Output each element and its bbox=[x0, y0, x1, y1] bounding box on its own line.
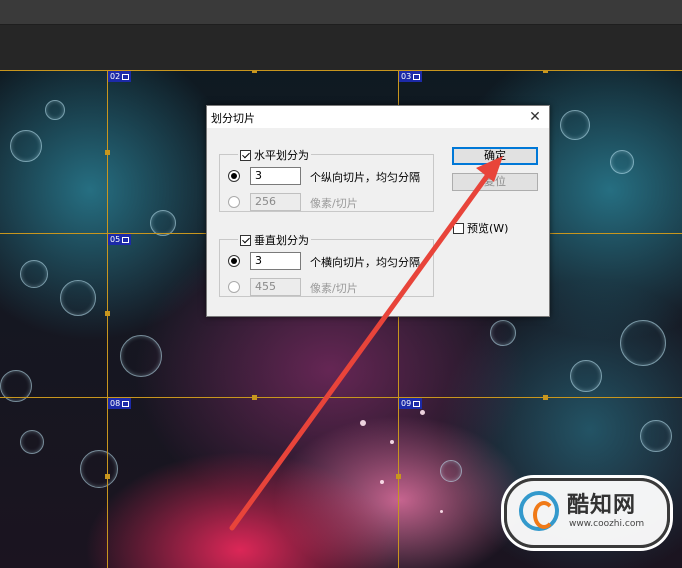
options-bar bbox=[0, 25, 682, 70]
horizontal-count-radio[interactable] bbox=[228, 170, 240, 182]
bubble-decoration bbox=[45, 100, 65, 120]
coozhi-logo-icon bbox=[519, 491, 559, 531]
slice-handle[interactable] bbox=[543, 395, 548, 400]
horizontal-divide-group: 水平划分为 3 个纵向切片，均匀分隔 256 像素/切片 bbox=[219, 147, 434, 212]
checkbox-icon[interactable] bbox=[453, 222, 464, 234]
slice-guide-horizontal bbox=[0, 70, 682, 71]
watermark-name: 酷知网 bbox=[567, 493, 637, 518]
vertical-divide-group: 垂直划分为 3 个横向切片，均匀分隔 455 像素/切片 bbox=[219, 232, 434, 297]
slice-handle[interactable] bbox=[252, 70, 257, 73]
vertical-divide-checkbox[interactable]: 垂直划分为 bbox=[238, 232, 311, 248]
bubble-decoration bbox=[440, 460, 462, 482]
vertical-count-input[interactable]: 3 bbox=[250, 252, 301, 270]
watermark-url: www.coozhi.com bbox=[569, 519, 645, 529]
slice-handle[interactable] bbox=[252, 395, 257, 400]
bubble-decoration bbox=[10, 130, 42, 162]
horizontal-pixels-input[interactable]: 256 bbox=[250, 193, 301, 211]
preview-label: 预览(W) bbox=[467, 222, 509, 235]
bubble-decoration bbox=[490, 320, 516, 346]
horizontal-divide-checkbox[interactable]: 水平划分为 bbox=[238, 147, 311, 163]
vertical-pixels-radio[interactable] bbox=[228, 281, 240, 293]
app-menu-bar bbox=[0, 0, 682, 25]
bubble-decoration bbox=[60, 280, 96, 316]
vertical-divide-label: 垂直划分为 bbox=[254, 234, 309, 247]
slice-handle[interactable] bbox=[396, 474, 401, 479]
bubble-decoration bbox=[610, 150, 634, 174]
slice-handle[interactable] bbox=[105, 474, 110, 479]
horizontal-count-input[interactable]: 3 bbox=[250, 167, 301, 185]
slice-icon bbox=[122, 73, 130, 80]
slice-handle[interactable] bbox=[105, 150, 110, 155]
bubble-decoration bbox=[80, 450, 118, 488]
slice-icon bbox=[122, 236, 130, 243]
sparkle-decoration bbox=[420, 410, 425, 415]
vertical-pixels-label: 像素/切片 bbox=[310, 282, 358, 295]
slice-icon bbox=[413, 73, 421, 80]
reset-button[interactable]: 复位 bbox=[452, 173, 538, 191]
slice-icon bbox=[122, 400, 130, 407]
horizontal-pixels-label: 像素/切片 bbox=[310, 197, 358, 210]
slice-number-label: 05 bbox=[108, 234, 132, 245]
slice-guide-horizontal bbox=[0, 397, 682, 398]
sparkle-decoration bbox=[440, 510, 443, 513]
horizontal-divide-label: 水平划分为 bbox=[254, 149, 309, 162]
vertical-count-radio[interactable] bbox=[228, 255, 240, 267]
horizontal-pixels-radio[interactable] bbox=[228, 196, 240, 208]
slice-icon bbox=[413, 400, 421, 407]
sparkle-decoration bbox=[390, 440, 394, 444]
ok-button[interactable]: 确定 bbox=[452, 147, 538, 165]
site-watermark: 酷知网 www.coozhi.com bbox=[504, 478, 670, 548]
slice-number-label: 02 bbox=[108, 71, 132, 82]
horizontal-count-label: 个纵向切片，均匀分隔 bbox=[310, 171, 420, 184]
bubble-decoration bbox=[560, 110, 590, 140]
close-icon[interactable]: ✕ bbox=[527, 109, 543, 125]
preview-checkbox[interactable]: 预览(W) bbox=[453, 220, 508, 236]
divide-slice-dialog: 划分切片 ✕ 水平划分为 3 个纵向切片，均匀分隔 256 像素/切片 垂直划分… bbox=[206, 105, 550, 317]
checkbox-icon[interactable] bbox=[240, 234, 251, 246]
slice-guide-vertical bbox=[107, 70, 108, 568]
vertical-count-label: 个横向切片，均匀分隔 bbox=[310, 256, 420, 269]
bubble-decoration bbox=[20, 260, 48, 288]
bubble-decoration bbox=[640, 420, 672, 452]
dialog-title: 划分切片 bbox=[211, 112, 255, 125]
slice-handle[interactable] bbox=[543, 70, 548, 73]
slice-number-label: 09 bbox=[399, 398, 423, 409]
bubble-decoration bbox=[570, 360, 602, 392]
slice-handle[interactable] bbox=[105, 311, 110, 316]
dialog-title-bar[interactable]: 划分切片 ✕ bbox=[207, 106, 549, 128]
checkbox-icon[interactable] bbox=[240, 149, 251, 161]
slice-number-label: 03 bbox=[399, 71, 423, 82]
sparkle-decoration bbox=[360, 420, 366, 426]
bubble-decoration bbox=[20, 430, 44, 454]
bubble-decoration bbox=[120, 335, 162, 377]
bubble-decoration bbox=[620, 320, 666, 366]
vertical-pixels-input[interactable]: 455 bbox=[250, 278, 301, 296]
sparkle-decoration bbox=[380, 480, 384, 484]
slice-number-label: 08 bbox=[108, 398, 132, 409]
